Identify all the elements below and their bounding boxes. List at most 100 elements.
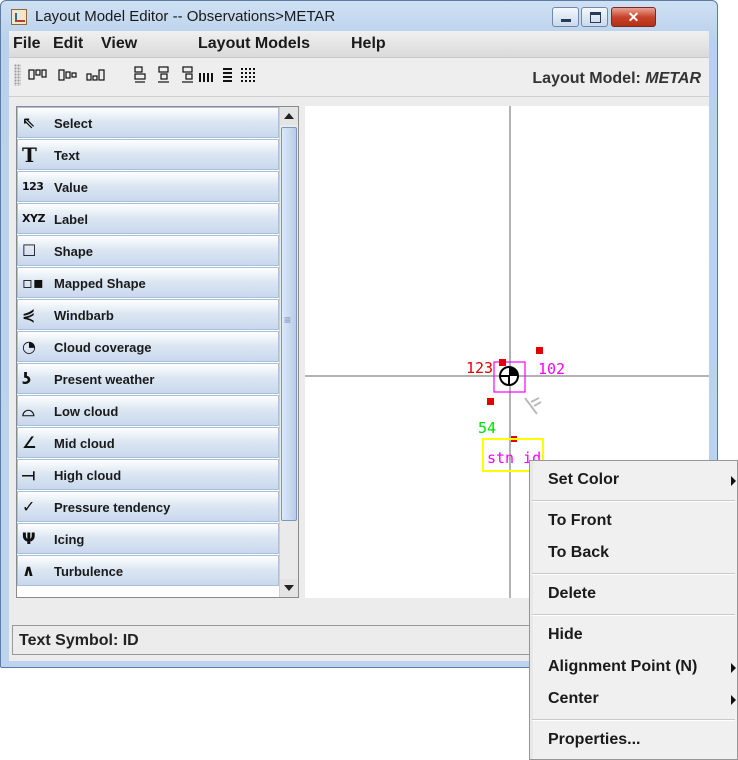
- layout-model-indicator: Layout Model: METAR: [532, 70, 701, 88]
- palette-item-mapped-shape[interactable]: ▫▪ Mapped Shape: [17, 267, 279, 298]
- java-app-icon: [11, 9, 27, 25]
- palette-item-label[interactable]: XYZ Label: [17, 203, 279, 234]
- toolbar-icons: [28, 66, 255, 83]
- context-item-delete[interactable]: Delete: [530, 580, 738, 610]
- context-item-alignment-point-n[interactable]: Alignment Point (N): [530, 653, 738, 683]
- minimize-button[interactable]: [552, 7, 579, 27]
- align-middle-icon[interactable]: [58, 69, 77, 81]
- layout-model-label: Layout Model:: [532, 70, 641, 87]
- palette-item-label: Select: [54, 116, 93, 131]
- cloud-coverage-icon: ◔: [22, 337, 36, 356]
- scroll-up-arrow-icon[interactable]: [280, 107, 298, 125]
- layout-model-value: METAR: [645, 70, 701, 87]
- palette-item-label: Turbulence: [54, 564, 124, 579]
- windbarb-icon[interactable]: [524, 397, 542, 415]
- align-left-icon[interactable]: [134, 66, 146, 83]
- menu-edit[interactable]: Edit: [53, 35, 83, 53]
- palette-item-icing[interactable]: Ψ Icing: [17, 523, 279, 554]
- palette-item-turbulence[interactable]: ∧ Turbulence: [17, 555, 279, 586]
- scrollbar-thumb[interactable]: [281, 127, 297, 521]
- title-bar[interactable]: Layout Model Editor -- Observations>META…: [1, 1, 717, 31]
- align-right-icon[interactable]: [182, 66, 193, 83]
- align-top-icon[interactable]: [28, 69, 47, 80]
- menu-view[interactable]: View: [101, 35, 137, 53]
- palette-item-low-cloud[interactable]: ⌓ Low cloud: [17, 395, 279, 426]
- palette-item-label: High cloud: [54, 468, 122, 483]
- symbol-palette: ⇖ Select T Text 123 Value XYZ Label ☐ Shape ▫▪ Mapp…: [16, 106, 299, 598]
- context-item-to-back[interactable]: To Back: [530, 539, 738, 569]
- align-center-icon[interactable]: [158, 66, 169, 83]
- cloud-coverage-fill: [509, 367, 518, 376]
- context-item-hide[interactable]: Hide: [530, 621, 738, 651]
- toolbar: Layout Model: METAR: [9, 58, 709, 97]
- scroll-down-arrow-icon[interactable]: [280, 579, 298, 597]
- menu-layout-models[interactable]: Layout Models: [198, 35, 310, 53]
- close-icon: ✕: [627, 9, 640, 25]
- submenu-arrow-icon: [731, 695, 736, 705]
- palette-item-windbarb[interactable]: ⋞ Windbarb: [17, 299, 279, 330]
- context-item-label: Properties...: [548, 731, 641, 748]
- mid-cloud-icon: ∠: [22, 433, 37, 452]
- palette-item-cloud-coverage[interactable]: ◔ Cloud coverage: [17, 331, 279, 362]
- align-bottom-icon[interactable]: [86, 69, 105, 81]
- windbarb-icon: ⋞: [22, 305, 36, 324]
- context-item-to-front[interactable]: To Front: [530, 507, 738, 537]
- value-102-text[interactable]: 102: [538, 360, 565, 378]
- context-item-label: To Back: [548, 544, 610, 561]
- value-54-text[interactable]: 54: [478, 419, 496, 437]
- context-menu-separator: [532, 573, 735, 575]
- palette-item-shape[interactable]: ☐ Shape: [17, 235, 279, 266]
- submenu-arrow-icon: [731, 663, 736, 673]
- palette-item-label: Icing: [54, 532, 85, 547]
- palette-item-select[interactable]: ⇖ Select: [17, 107, 279, 138]
- label-icon: XYZ: [22, 212, 45, 225]
- pressure-tendency-icon: ✓: [22, 497, 36, 516]
- context-item-label: Delete: [548, 585, 597, 602]
- marker-value-54[interactable]: [487, 398, 494, 405]
- palette-item-text[interactable]: T Text: [17, 139, 279, 170]
- turbulence-icon: ∧: [22, 561, 35, 580]
- value-123-text[interactable]: 123: [466, 359, 493, 377]
- context-item-properties[interactable]: Properties...: [530, 726, 738, 756]
- context-item-label: Hide: [548, 626, 583, 643]
- palette-item-label: Shape: [54, 244, 94, 259]
- palette-item-mid-cloud[interactable]: ∠ Mid cloud: [17, 427, 279, 458]
- palette-item-label: Label: [54, 212, 88, 227]
- palette-scrollbar[interactable]: [279, 107, 298, 597]
- value-icon: 123: [22, 180, 44, 193]
- distribute-horizontal-icon[interactable]: [199, 73, 213, 82]
- context-menu-separator: [532, 500, 735, 502]
- context-item-label: Set Color: [548, 471, 620, 488]
- palette-item-label: Text: [54, 148, 80, 163]
- palette-item-present-weather[interactable]: ʖ Present weather: [17, 363, 279, 394]
- context-item-center[interactable]: Center: [530, 685, 738, 715]
- palette-item-value[interactable]: 123 Value: [17, 171, 279, 202]
- low-cloud-icon: ⌓: [22, 401, 35, 420]
- palette-item-pressure-tendency[interactable]: ✓ Pressure tendency: [17, 491, 279, 522]
- distribute-vertical-icon[interactable]: [223, 68, 232, 82]
- palette-item-label: Pressure tendency: [54, 500, 171, 515]
- marker-value-102[interactable]: [536, 347, 543, 354]
- palette-item-high-cloud[interactable]: ⟞ High cloud: [17, 459, 279, 490]
- palette-item-label: Value: [54, 180, 88, 195]
- text-icon: T: [22, 143, 37, 167]
- context-item-label: To Front: [548, 512, 612, 529]
- context-item-label: Center: [548, 690, 599, 707]
- menu-file[interactable]: File: [13, 35, 41, 53]
- palette-item-label: Mid cloud: [54, 436, 115, 451]
- toolbar-grip-icon[interactable]: [14, 64, 21, 86]
- menu-bar: File Edit View Layout Models Help: [9, 31, 709, 58]
- marker-value-123[interactable]: [499, 359, 506, 366]
- menu-help[interactable]: Help: [351, 35, 386, 53]
- high-cloud-icon: ⟞: [22, 465, 36, 484]
- submenu-arrow-icon: [731, 476, 736, 486]
- grid-icon[interactable]: [241, 68, 255, 82]
- context-item-label: Alignment Point (N): [548, 658, 698, 675]
- palette-item-label: Cloud coverage: [54, 340, 152, 355]
- palette-item-label: Low cloud: [54, 404, 119, 419]
- close-button[interactable]: ✕: [611, 7, 656, 27]
- shape-icon: ☐: [22, 241, 37, 260]
- maximize-button[interactable]: [581, 7, 608, 27]
- mapped-shape-icon: ▫▪: [22, 273, 44, 292]
- context-item-set-color[interactable]: Set Color: [530, 466, 738, 496]
